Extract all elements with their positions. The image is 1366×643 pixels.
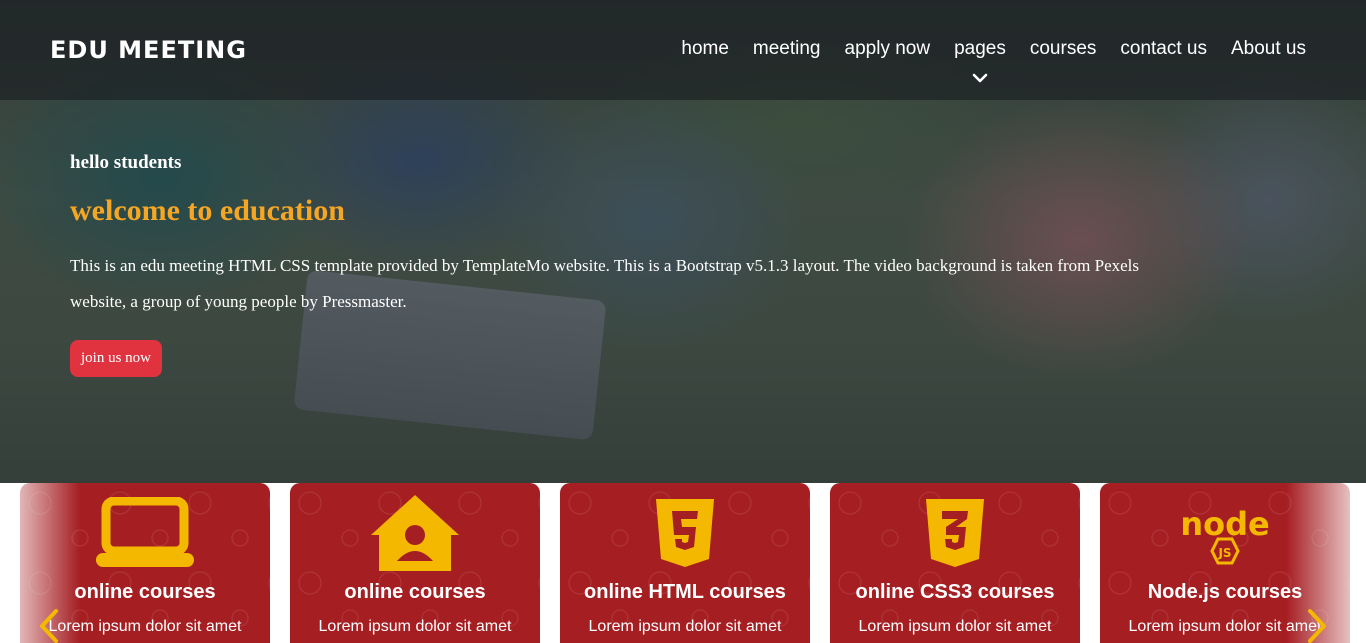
nav-about-us[interactable]: About us [1231,38,1306,60]
nav-apply-now[interactable]: apply now [845,38,931,60]
site-header: EDU MEETING home meeting apply now pages… [0,0,1366,100]
card-title: online courses [74,581,216,603]
card-title: online CSS3 courses [855,581,1055,603]
hero-greeting: hello students [70,152,182,173]
main-nav: home meeting apply now pages courses con… [681,38,1306,83]
hero-content: hello students welcome to education This… [70,152,1190,377]
laptop-icon [90,495,200,571]
nav-pages[interactable]: pages [954,38,1006,83]
svg-text:node: node [1180,505,1269,543]
card-title: online courses [344,581,486,603]
course-card[interactable]: online HTML courses Lorem ipsum dolor si… [560,483,810,643]
css3-icon [900,495,1010,571]
card-title: Node.js courses [1147,581,1303,603]
chevron-left-icon[interactable] [38,608,60,643]
nav-meeting[interactable]: meeting [753,38,821,60]
hero-title: welcome to education [70,194,345,227]
site-logo[interactable]: EDU MEETING [50,36,247,64]
card-title: online HTML courses [584,581,786,603]
nav-courses[interactable]: courses [1030,38,1097,60]
chevron-down-icon[interactable] [972,72,988,84]
svg-text:JS: JS [1217,546,1231,560]
course-card[interactable]: online courses Lorem ipsum dolor sit ame… [290,483,540,643]
chevron-right-icon[interactable] [1306,608,1328,643]
nav-home[interactable]: home [681,38,729,60]
nav-contact-us[interactable]: contact us [1120,38,1207,60]
courses-carousel: online courses Lorem ipsum dolor sit ame… [0,483,1366,643]
course-card[interactable]: online CSS3 courses Lorem ipsum dolor si… [830,483,1080,643]
card-text: Lorem ipsum dolor sit amet [858,618,1052,635]
join-us-button[interactable]: join us now [70,340,163,377]
hero-intro: This is an edu meeting HTML CSS template… [70,256,1140,311]
card-text: Lorem ipsum dolor sit amet [318,618,512,635]
nav-pages-label: pages [954,38,1006,59]
html5-icon [630,495,740,571]
card-text: Lorem ipsum dolor sit amet [588,618,782,635]
home-user-icon [360,495,470,571]
nodejs-icon: node JS [1170,495,1280,571]
